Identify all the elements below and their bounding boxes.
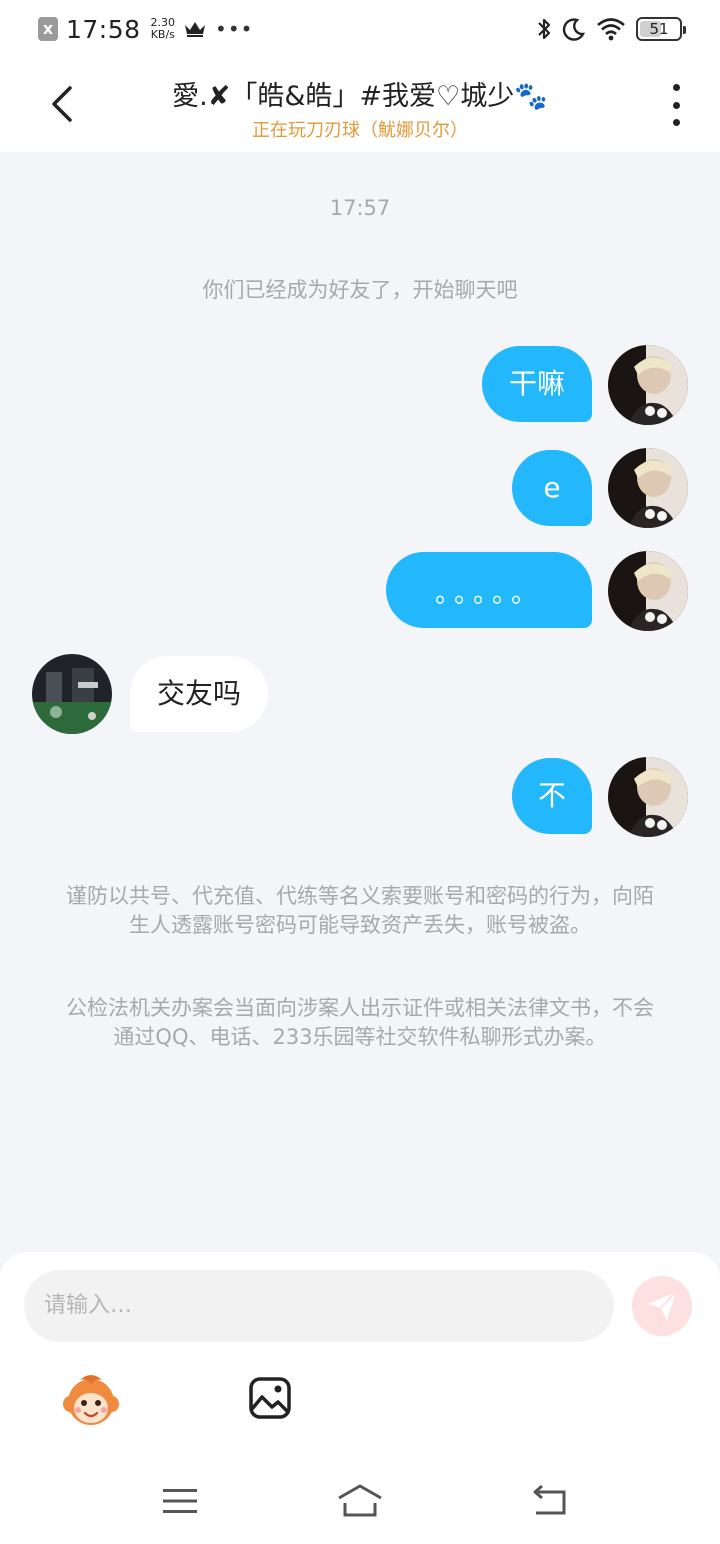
bluetooth-icon <box>538 18 551 40</box>
battery-level: 51 <box>649 20 669 38</box>
more-dot <box>672 119 680 126</box>
my-avatar[interactable] <box>608 345 688 425</box>
status-left: x 17:58 2.30 KB/s ••• <box>38 12 253 46</box>
more-options-button[interactable] <box>668 84 684 126</box>
network-speed: 2.30 KB/s <box>151 17 176 41</box>
outgoing-message-bubble[interactable]: 干嘛 <box>482 346 592 422</box>
more-dot <box>672 84 680 91</box>
battery-indicator: 51 <box>636 17 686 41</box>
system-navigation-bar <box>0 1460 720 1544</box>
network-speed-unit: KB/s <box>150 28 175 41</box>
back-arrow-icon[interactable] <box>530 1484 568 1516</box>
status-right: 51 <box>526 14 686 44</box>
status-time: 17:58 <box>66 14 141 44</box>
outgoing-message-bubble[interactable]: 不 <box>512 758 592 834</box>
friend-avatar[interactable] <box>32 654 112 734</box>
more-notifications-icon: ••• <box>215 17 254 41</box>
my-avatar[interactable] <box>608 757 688 837</box>
my-avatar[interactable] <box>608 448 688 528</box>
chat-title: 愛.✘「皓&皓」#我爱♡城少🐾 <box>172 81 548 112</box>
my-avatar[interactable] <box>608 551 688 631</box>
incoming-message-bubble[interactable]: 交友吗 <box>130 656 268 732</box>
home-icon[interactable] <box>336 1482 384 1518</box>
monkey-face-icon[interactable] <box>62 1372 120 1430</box>
friend-status: 正在玩刀刃球（魷娜贝尔） <box>252 120 468 141</box>
system-message: 你们已经成为好友了，开始聊天吧 <box>202 278 518 302</box>
outgoing-message-bubble[interactable]: e <box>512 450 592 526</box>
security-warning: 公检法机关办案会当面向涉案人出示证件或相关法律文书，不会通过QQ、电话、233乐… <box>66 996 654 1049</box>
moon-icon <box>562 18 586 41</box>
paper-plane-icon <box>648 1291 677 1320</box>
message-timestamp: 17:57 <box>329 196 391 220</box>
status-bar: x 17:58 2.30 KB/s ••• 51 <box>0 0 720 60</box>
outgoing-message-bubble[interactable]: 。。。。。 <box>386 552 592 628</box>
security-warning: 谨防以共号、代充值、代练等名义索要账号和密码的行为，向陌生人透露账号密码可能导致… <box>66 884 654 937</box>
chat-header: 愛.✘「皓&皓」#我爱♡城少🐾 正在玩刀刃球（魷娜贝尔） <box>0 60 720 152</box>
wifi-icon <box>597 18 625 41</box>
message-input[interactable]: 请输入… <box>24 1270 614 1342</box>
notification-icon: x <box>38 17 58 41</box>
image-icon[interactable] <box>248 1376 292 1420</box>
crown-icon <box>185 22 206 37</box>
send-button[interactable] <box>632 1276 692 1336</box>
more-dot <box>672 101 680 109</box>
menu-icon[interactable] <box>163 1488 197 1514</box>
